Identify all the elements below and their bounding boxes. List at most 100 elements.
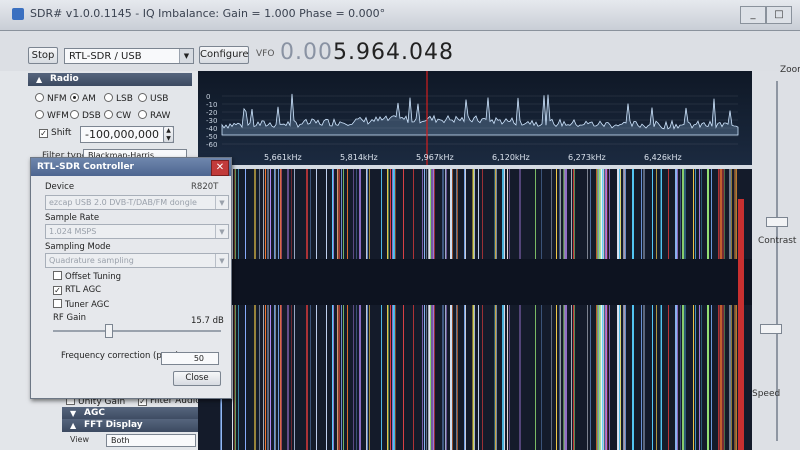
frequency-tick-label: 6,426kHz bbox=[644, 153, 682, 162]
spectrum-trace bbox=[221, 93, 739, 136]
waterfall-signal-streak bbox=[457, 169, 458, 450]
dialog-title-bar[interactable]: RTL-SDR Controller bbox=[31, 158, 231, 176]
spectrum-plot bbox=[221, 71, 739, 165]
waterfall-signal-streak bbox=[337, 169, 339, 450]
waterfall-signal-streak bbox=[306, 169, 308, 450]
waterfall-signal-streak bbox=[426, 169, 427, 450]
shift-value-input[interactable]: -100,000,000 bbox=[80, 126, 174, 143]
rtl-agc-checkbox[interactable]: ✓ RTL AGC bbox=[53, 285, 101, 295]
shift-checkbox[interactable]: ✓ Shift bbox=[39, 128, 71, 138]
waterfall-signal-streak bbox=[494, 169, 495, 450]
mode-label-usb: USB bbox=[150, 94, 169, 104]
waterfall-signal-streak bbox=[387, 169, 388, 450]
waterfall-signal-streak bbox=[565, 169, 567, 450]
waterfall-signal-streak bbox=[341, 169, 342, 450]
mode-radio-wfm[interactable]: WFM bbox=[35, 110, 69, 121]
waterfall-signal-streak bbox=[504, 169, 505, 450]
frequency-correction-input[interactable]: 50 bbox=[161, 352, 219, 365]
radio-dot-raw bbox=[138, 110, 147, 119]
sampling-mode-dropdown[interactable]: Quadrature sampling ▼ bbox=[45, 253, 229, 268]
stop-button[interactable]: Stop bbox=[28, 47, 58, 64]
mode-radio-nfm[interactable]: NFM bbox=[35, 93, 67, 104]
rtl-agc-label: RTL AGC bbox=[65, 285, 102, 295]
window-title: SDR# v1.0.0.1145 - IQ Imbalance: Gain = … bbox=[30, 7, 386, 20]
waterfall-signal-streak bbox=[254, 169, 256, 450]
view-value: Both bbox=[111, 436, 130, 445]
device-dropdown[interactable]: ezcap USB 2.0 DVB-T/DAB/FM dongle ▼ bbox=[45, 195, 229, 210]
mode-radio-raw[interactable]: RAW bbox=[138, 110, 170, 121]
waterfall-signal-streak bbox=[617, 169, 619, 450]
shift-stepper[interactable]: ▲ ▼ bbox=[163, 126, 174, 143]
sample-rate-dropdown[interactable]: 1.024 MSPS ▼ bbox=[45, 224, 229, 239]
waterfall-signal-streak bbox=[509, 169, 510, 450]
agc-header-label: AGC bbox=[84, 408, 105, 418]
mode-radio-am[interactable]: AM bbox=[70, 93, 96, 104]
device-select[interactable]: RTL-SDR / USB ▼ bbox=[64, 48, 194, 64]
waterfall-signal-streak bbox=[605, 169, 607, 450]
radio-dot-nfm bbox=[35, 93, 44, 102]
waterfall-signal-streak bbox=[332, 169, 333, 450]
waterfall-signal-streak bbox=[310, 169, 311, 450]
waterfall-signal-streak bbox=[275, 169, 276, 450]
close-icon[interactable]: ✕ bbox=[211, 160, 229, 176]
chevron-down-icon: ▼ bbox=[215, 196, 228, 209]
waterfall-signal-streak bbox=[598, 169, 599, 450]
close-button[interactable]: Close bbox=[173, 371, 221, 386]
minimize-button[interactable]: _ bbox=[740, 6, 766, 24]
vfo-frequency-display[interactable]: 0.005.964.048 bbox=[280, 40, 454, 65]
fft-section-header[interactable]: ▲ FFT Display bbox=[62, 419, 200, 432]
waterfall-signal-streak bbox=[656, 169, 657, 450]
waterfall-signal-streak bbox=[366, 169, 367, 450]
waterfall-signal-streak bbox=[395, 169, 396, 450]
waterfall-signal-streak bbox=[603, 169, 604, 450]
waterfall-signal-streak bbox=[720, 169, 722, 450]
vfo-active-digits: 5.964.048 bbox=[332, 40, 454, 65]
mode-label-nfm: NFM bbox=[47, 94, 67, 104]
rf-gain-slider-thumb[interactable] bbox=[105, 324, 113, 338]
frequency-tick-label: 5,661kHz bbox=[264, 153, 302, 162]
device-select-value: RTL-SDR / USB bbox=[69, 51, 142, 62]
checkbox-empty-icon bbox=[53, 271, 62, 280]
check-icon: ✓ bbox=[39, 129, 48, 138]
waterfall-edge-streak bbox=[738, 199, 744, 450]
waterfall-signal-streak bbox=[677, 169, 678, 450]
view-label: View bbox=[70, 435, 89, 444]
waterfall-signal-streak bbox=[446, 169, 447, 450]
waterfall-signal-streak bbox=[719, 169, 720, 450]
waterfall-signal-streak bbox=[597, 169, 598, 450]
tuner-agc-checkbox[interactable]: Tuner AGC bbox=[53, 299, 109, 310]
db-tick-label: -30 bbox=[206, 117, 218, 125]
waterfall-signal-streak bbox=[424, 169, 425, 450]
db-tick-label: -20 bbox=[206, 109, 218, 117]
contrast-slider-thumb[interactable] bbox=[760, 324, 782, 334]
mode-radio-dsb[interactable]: DSB bbox=[70, 110, 101, 121]
waterfall-display[interactable] bbox=[198, 169, 752, 450]
waterfall-signal-streak bbox=[451, 169, 452, 450]
spectrum-analyzer[interactable]: 0 -10 -20 -30 -40 -50 -60 5,661kHz 5,814kHz 5,96… bbox=[198, 71, 752, 165]
waterfall-signal-streak bbox=[684, 169, 686, 450]
title-bar: SDR# v1.0.0.1145 - IQ Imbalance: Gain = … bbox=[0, 0, 800, 31]
zoom-slider-thumb[interactable] bbox=[766, 217, 788, 227]
mode-radio-lsb[interactable]: LSB bbox=[104, 93, 133, 104]
offset-tuning-checkbox[interactable]: Offset Tuning bbox=[53, 271, 121, 282]
waterfall-signal-streak bbox=[625, 169, 626, 450]
waterfall-signal-streak bbox=[280, 169, 282, 450]
configure-button[interactable]: Configure bbox=[199, 46, 249, 64]
check-icon: ✓ bbox=[53, 286, 62, 295]
waterfall-signal-streak bbox=[632, 169, 634, 450]
maximize-button[interactable]: □ bbox=[766, 6, 792, 24]
waterfall-signal-streak bbox=[339, 169, 340, 450]
waterfall-signal-streak bbox=[413, 169, 414, 450]
mode-radio-cw[interactable]: CW bbox=[104, 110, 131, 121]
waterfall-signal-streak bbox=[693, 169, 694, 450]
waterfall-signal-streak bbox=[573, 169, 574, 450]
radio-section-header[interactable]: ▲ Radio bbox=[28, 73, 192, 86]
rf-gain-slider-track[interactable] bbox=[53, 330, 221, 332]
waterfall-signal-streak bbox=[682, 169, 684, 450]
collapse-triangle-icon: ▲ bbox=[36, 75, 43, 84]
waterfall-signal-streak bbox=[734, 169, 735, 450]
frequency-correction-value: 50 bbox=[193, 354, 204, 363]
mode-radio-usb[interactable]: USB bbox=[138, 93, 168, 104]
view-select[interactable]: Both bbox=[106, 434, 196, 447]
waterfall-signal-streak bbox=[472, 169, 474, 450]
